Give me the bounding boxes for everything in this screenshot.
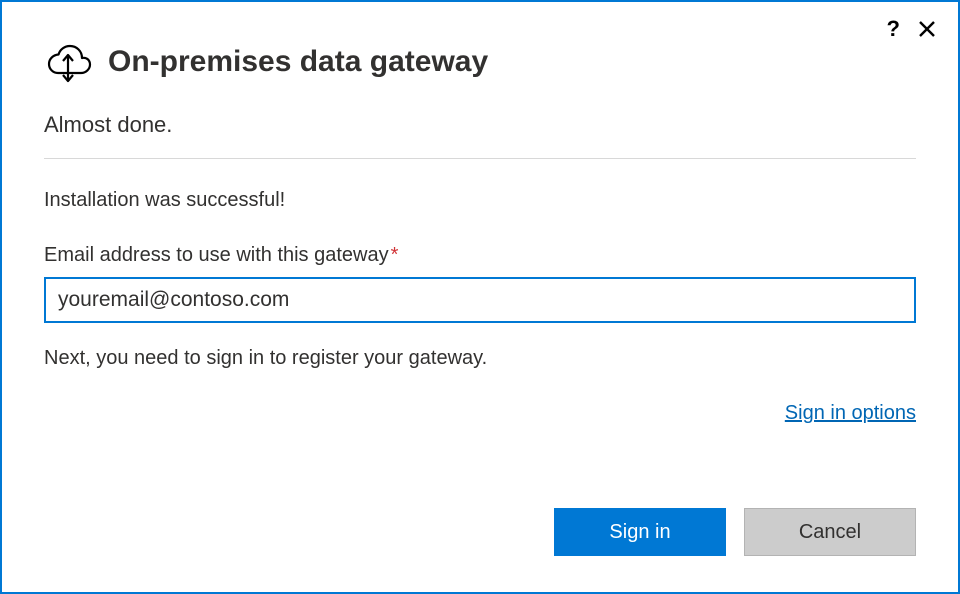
titlebar-controls: ? — [887, 16, 936, 42]
sign-in-options-link[interactable]: Sign in options — [785, 402, 916, 424]
app-title: On-premises data gateway — [108, 45, 488, 79]
cloud-sync-icon — [44, 38, 92, 86]
divider — [44, 158, 916, 159]
dialog-header: On-premises data gateway — [44, 38, 916, 86]
next-instruction: Next, you need to sign in to register yo… — [44, 347, 916, 370]
install-status: Installation was successful! — [44, 189, 916, 212]
cancel-button[interactable]: Cancel — [744, 508, 916, 556]
sign-in-button[interactable]: Sign in — [554, 508, 726, 556]
close-icon[interactable] — [918, 20, 936, 38]
email-field-label: Email address to use with this gateway* — [44, 244, 916, 267]
step-subtitle: Almost done. — [44, 112, 916, 138]
gateway-setup-dialog: ? On-premises data gateway Almost done. … — [0, 0, 960, 594]
required-asterisk: * — [391, 244, 399, 266]
help-icon[interactable]: ? — [887, 16, 900, 42]
email-input[interactable] — [44, 277, 916, 323]
dialog-buttons: Sign in Cancel — [554, 508, 916, 556]
email-label-text: Email address to use with this gateway — [44, 244, 389, 266]
sign-in-options-row: Sign in options — [44, 402, 916, 425]
